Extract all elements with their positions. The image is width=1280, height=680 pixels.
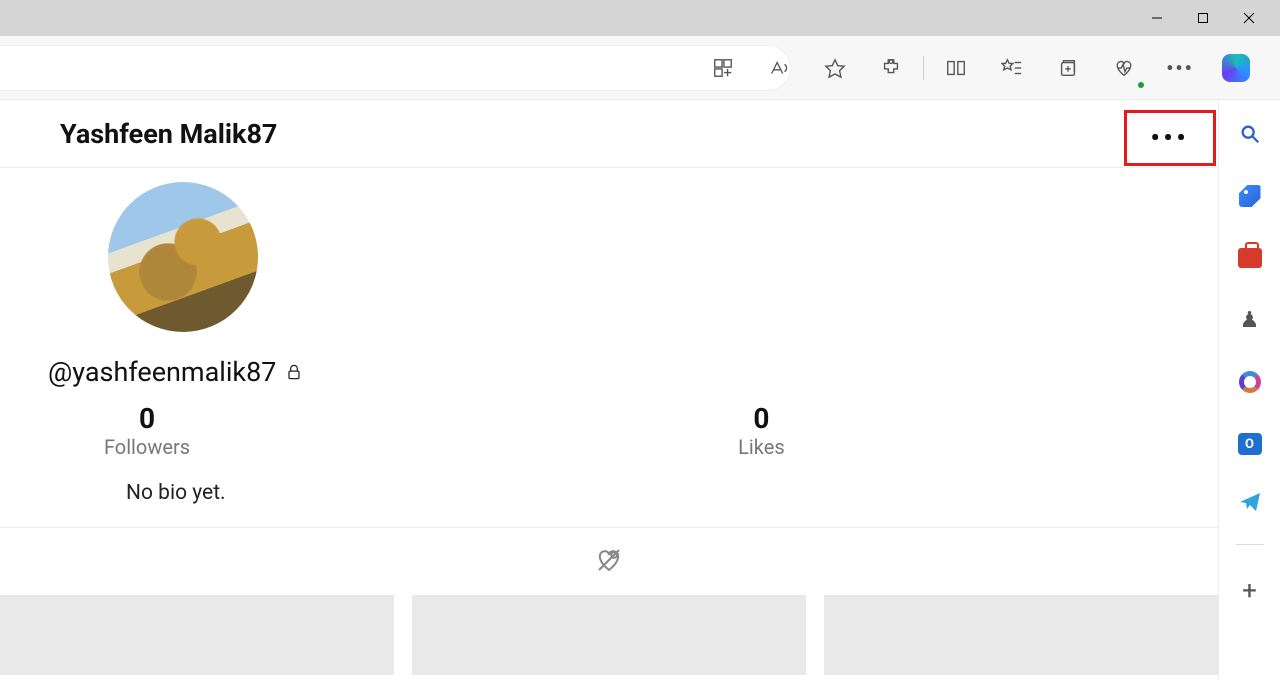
likes-count: 0 — [716, 402, 806, 435]
favorite-star-icon[interactable] — [815, 48, 855, 88]
profile-avatar[interactable] — [108, 182, 258, 332]
copilot-logo — [1222, 54, 1250, 82]
sidebar-separator — [1236, 544, 1264, 545]
profile-display-name: Yashfeen Malik87 — [60, 118, 277, 150]
favorites-list-icon[interactable] — [992, 48, 1032, 88]
sidebar-toolbox-icon[interactable] — [1234, 242, 1266, 274]
read-aloud-icon[interactable] — [759, 48, 799, 88]
followers-stat[interactable]: 0 Followers — [102, 402, 656, 459]
likes-label: Likes — [716, 435, 806, 459]
profile-stats: 0 Followers 0 Likes — [102, 402, 1218, 459]
address-bar[interactable] — [0, 46, 790, 90]
window-minimize-button[interactable] — [1134, 0, 1180, 36]
profile-more-button[interactable]: ••• — [1124, 110, 1216, 166]
split-screen-icon[interactable] — [936, 48, 976, 88]
toolbar-separator — [923, 56, 924, 80]
sidebar-search-icon[interactable] — [1234, 118, 1266, 150]
extensions-icon[interactable] — [871, 48, 911, 88]
browser-toolbar: ••• — [0, 36, 1280, 100]
likes-stat[interactable]: 0 Likes — [656, 402, 1218, 459]
followers-label: Followers — [102, 435, 192, 459]
video-grid-cell[interactable] — [412, 595, 806, 675]
sidebar-add-button[interactable]: + — [1234, 575, 1266, 607]
more-icon: ••• — [1151, 124, 1190, 152]
followers-count: 0 — [102, 402, 192, 435]
sidebar-outlook-icon[interactable]: O — [1234, 428, 1266, 460]
liked-tab[interactable] — [594, 545, 624, 579]
video-grid-cell[interactable] — [0, 595, 394, 675]
lock-icon — [284, 362, 304, 382]
sidebar-shopping-icon[interactable] — [1234, 180, 1266, 212]
app-install-icon[interactable] — [703, 48, 743, 88]
window-close-button[interactable] — [1226, 0, 1272, 36]
collections-icon[interactable] — [1048, 48, 1088, 88]
heart-hidden-icon — [594, 545, 624, 575]
profile-bio: No bio yet. — [126, 481, 1218, 505]
performance-icon[interactable] — [1104, 48, 1144, 88]
performance-status-dot — [1136, 80, 1146, 90]
browser-sidebar: ♟ O + — [1218, 100, 1280, 680]
sidebar-send-icon[interactable] — [1238, 490, 1262, 514]
profile-body: @yashfeenmalik87 0 Followers 0 Likes No … — [0, 182, 1218, 505]
profile-handle-row: @yashfeenmalik87 — [48, 356, 1218, 388]
video-grid — [0, 595, 1218, 675]
video-grid-cell[interactable] — [824, 595, 1218, 675]
profile-header: Yashfeen Malik87 ••• — [0, 100, 1218, 168]
browser-more-icon[interactable]: ••• — [1160, 48, 1200, 88]
copilot-icon[interactable] — [1216, 48, 1256, 88]
window-titlebar — [0, 0, 1280, 36]
window-maximize-button[interactable] — [1180, 0, 1226, 36]
profile-tabs — [0, 527, 1218, 595]
sidebar-games-icon[interactable]: ♟ — [1234, 304, 1266, 336]
profile-handle: @yashfeenmalik87 — [48, 356, 276, 388]
sidebar-office-icon[interactable] — [1234, 366, 1266, 398]
